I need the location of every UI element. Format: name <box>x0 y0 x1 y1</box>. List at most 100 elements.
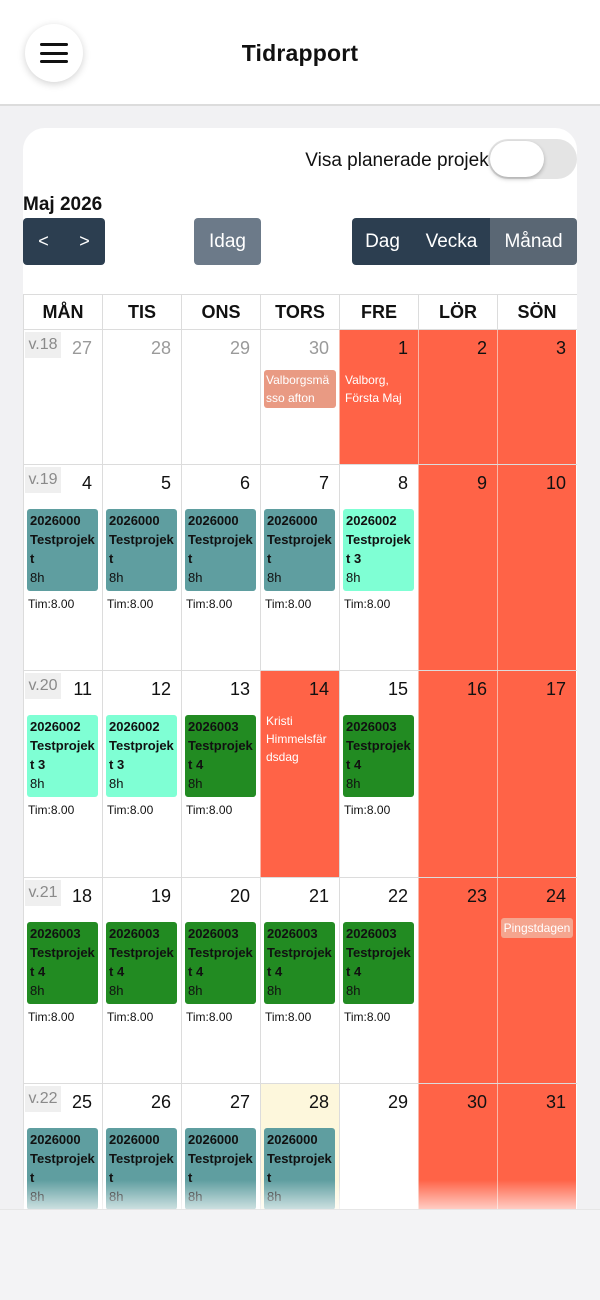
day-cell[interactable]: 3 <box>497 330 576 464</box>
day-number: 6 <box>239 473 250 493</box>
event-code: 2026003 <box>188 926 239 941</box>
day-cell[interactable]: 17 <box>497 671 576 877</box>
day-number: 1 <box>397 338 408 358</box>
day-cell[interactable]: 20 2026003 Testprojek t 4 8h Tim:8.00 <box>181 878 260 1083</box>
month-calendar: MÅN TIS ONS TORS FRE LÖR SÖN v.18 27 28 … <box>23 294 577 1214</box>
day-number: 28 <box>308 1092 329 1112</box>
event-code: 2026003 <box>30 926 81 941</box>
day-number: 5 <box>160 473 171 493</box>
project-event[interactable]: 2026000 Testprojek t 8h <box>106 509 177 591</box>
day-cell[interactable]: 29 <box>181 330 260 464</box>
bottom-bar <box>0 1209 600 1300</box>
view-switcher: Dag Vecka Månad <box>352 218 577 265</box>
project-event[interactable]: 2026003 Testprojek t 4 8h <box>343 715 414 797</box>
project-event[interactable]: 2026003 Testprojek t 4 8h <box>264 922 335 1004</box>
today-button[interactable]: Idag <box>194 218 261 265</box>
day-cell[interactable]: v.19 4 2026000 Testprojek t 8h Tim:8.00 <box>23 465 102 670</box>
day-cell[interactable]: 19 2026003 Testprojek t 4 8h Tim:8.00 <box>102 878 181 1083</box>
event-name: Testprojek t 4 <box>188 738 253 772</box>
day-cell[interactable]: 6 2026000 Testprojek t 8h Tim:8.00 <box>181 465 260 670</box>
project-event[interactable]: 2026003 Testprojek t 4 8h <box>185 715 256 797</box>
project-event[interactable]: 2026003 Testprojek t 4 8h <box>185 922 256 1004</box>
day-cell[interactable]: 23 <box>418 878 497 1083</box>
hours-total: Tim:8.00 <box>265 1010 312 1024</box>
day-cell[interactable]: 9 <box>418 465 497 670</box>
weekday-wed: ONS <box>181 295 260 329</box>
day-number: 31 <box>545 1092 566 1112</box>
holiday-label: Valborg, Första Maj <box>345 373 402 405</box>
event-code: 2026002 <box>30 719 81 734</box>
day-cell[interactable]: 15 2026003 Testprojek t 4 8h Tim:8.00 <box>339 671 418 877</box>
view-month-button[interactable]: Månad <box>490 218 577 265</box>
event-name: Testprojek t <box>267 532 332 566</box>
day-cell[interactable]: v.20 11 2026002 Testprojek t 3 8h Tim:8.00 <box>23 671 102 877</box>
project-event[interactable]: 2026002 Testprojek t 3 8h <box>27 715 98 797</box>
hours-total: Tim:8.00 <box>344 1010 391 1024</box>
hours-total: Tim:8.00 <box>28 1010 75 1024</box>
project-event[interactable]: 2026003 Testprojek t 4 8h <box>343 922 414 1004</box>
event-code: 2026002 <box>109 719 160 734</box>
day-number: 22 <box>387 886 408 906</box>
event-hours: 8h <box>267 983 282 998</box>
event-code: 2026003 <box>188 719 239 734</box>
project-event[interactable]: 2026003 Testprojek t 4 8h <box>106 922 177 1004</box>
event-hours: 8h <box>346 570 361 585</box>
week-row: v.20 11 2026002 Testprojek t 3 8h Tim:8.00… <box>23 671 577 878</box>
day-cell[interactable]: 22 2026003 Testprojek t 4 8h Tim:8.00 <box>339 878 418 1083</box>
week-row: v.21 18 2026003 Testprojek t 4 8h Tim:8.00… <box>23 878 577 1084</box>
planned-projects-toggle[interactable] <box>488 139 577 179</box>
day-cell[interactable]: 16 <box>418 671 497 877</box>
day-cell[interactable]: 8 2026002 Testprojek t 3 8h Tim:8.00 <box>339 465 418 670</box>
day-number: 4 <box>81 473 92 493</box>
day-number: 25 <box>71 1092 92 1112</box>
project-event[interactable]: 2026000 Testprojek t 8h <box>27 509 98 591</box>
event-code: 2026000 <box>109 1132 160 1147</box>
day-number: 23 <box>466 886 487 906</box>
day-cell[interactable]: 13 2026003 Testprojek t 4 8h Tim:8.00 <box>181 671 260 877</box>
project-event[interactable]: 2026003 Testprojek t 4 8h <box>27 922 98 1004</box>
day-cell[interactable]: 24 Pingstdagen <box>497 878 576 1083</box>
week-number: v.22 <box>25 1086 61 1112</box>
event-name: Testprojek t 4 <box>346 945 411 979</box>
holiday-label: Kristi Himmelsfär dsdag <box>266 714 327 764</box>
day-cell[interactable]: 30 Valborgsmä sso afton <box>260 330 339 464</box>
day-cell[interactable]: 7 2026000 Testprojek t 8h Tim:8.00 <box>260 465 339 670</box>
hours-total: Tim:8.00 <box>28 803 75 817</box>
day-cell[interactable]: 5 2026000 Testprojek t 8h Tim:8.00 <box>102 465 181 670</box>
day-number: 27 <box>71 338 92 358</box>
weekday-fri: FRE <box>339 295 418 329</box>
day-cell[interactable]: 10 <box>497 465 576 670</box>
day-number: 30 <box>466 1092 487 1112</box>
project-event[interactable]: 2026000 Testprojek t 8h <box>264 509 335 591</box>
event-hours: 8h <box>188 983 203 998</box>
project-event[interactable]: 2026000 Testprojek t 8h <box>185 509 256 591</box>
holiday-label: Pingstdagen <box>501 918 573 938</box>
day-cell[interactable]: 14 Kristi Himmelsfär dsdag <box>260 671 339 877</box>
week-number: v.19 <box>25 467 61 493</box>
day-number: 18 <box>71 886 92 906</box>
day-cell[interactable]: 12 2026002 Testprojek t 3 8h Tim:8.00 <box>102 671 181 877</box>
day-cell[interactable]: v.18 27 <box>23 330 102 464</box>
day-cell[interactable]: 1 Valborg, Första Maj <box>339 330 418 464</box>
event-code: 2026000 <box>30 513 81 528</box>
event-name: Testprojek t 4 <box>30 945 95 979</box>
day-number: 11 <box>73 679 92 699</box>
project-event[interactable]: 2026002 Testprojek t 3 8h <box>106 715 177 797</box>
day-number: 15 <box>387 679 408 699</box>
event-name: Testprojek t <box>30 532 95 566</box>
day-number: 24 <box>545 886 566 906</box>
view-day-button[interactable]: Dag <box>352 218 413 265</box>
hours-total: Tim:8.00 <box>186 597 233 611</box>
project-event[interactable]: 2026002 Testprojek t 3 8h <box>343 509 414 591</box>
prev-button[interactable]: < <box>23 218 64 265</box>
day-cell[interactable]: 21 2026003 Testprojek t 4 8h Tim:8.00 <box>260 878 339 1083</box>
view-week-button[interactable]: Vecka <box>413 218 490 265</box>
day-cell[interactable]: 28 <box>102 330 181 464</box>
day-cell[interactable]: v.21 18 2026003 Testprojek t 4 8h Tim:8.00 <box>23 878 102 1083</box>
hours-total: Tim:8.00 <box>107 597 154 611</box>
next-button[interactable]: > <box>64 218 105 265</box>
day-number: 8 <box>397 473 408 493</box>
week-row: v.18 27 28 29 30 Valborgsmä sso afton 1 … <box>23 330 577 465</box>
top-bar: Tidrapport <box>0 0 600 106</box>
day-cell[interactable]: 2 <box>418 330 497 464</box>
